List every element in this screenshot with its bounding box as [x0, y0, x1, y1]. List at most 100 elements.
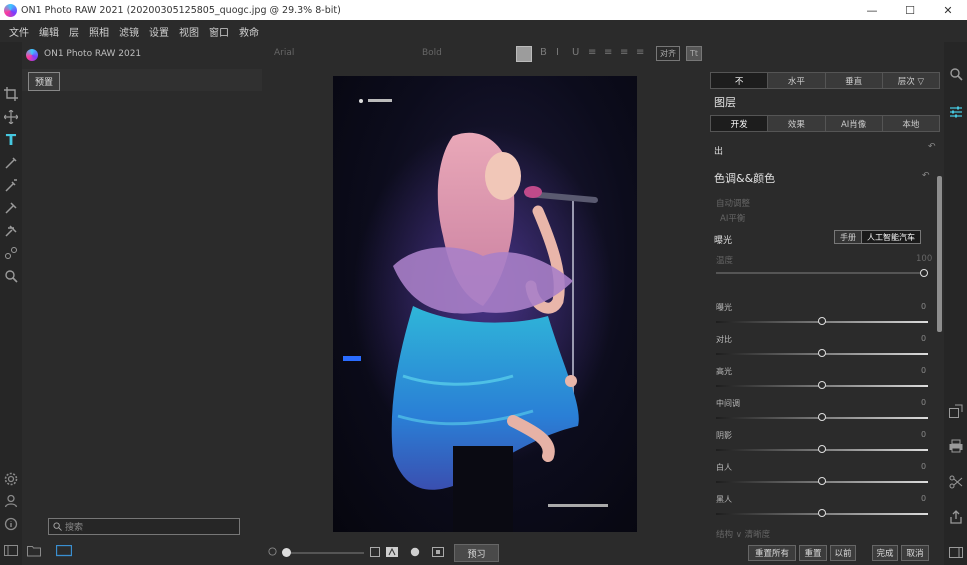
- resize-icon[interactable]: [948, 403, 963, 418]
- canvas-area[interactable]: [262, 66, 708, 542]
- crop-icon[interactable]: [3, 86, 19, 102]
- user-icon[interactable]: [4, 494, 18, 511]
- menu-edit[interactable]: 编辑: [34, 24, 64, 39]
- cancel-button[interactable]: 取消: [901, 545, 929, 561]
- blacks-value[interactable]: 0: [921, 494, 926, 503]
- preview-button[interactable]: 预习: [454, 544, 499, 562]
- tab-effects[interactable]: 效果: [768, 116, 826, 131]
- align-center-icon[interactable]: ≡: [604, 47, 612, 58]
- browse-icon[interactable]: [948, 66, 963, 81]
- reset-all-button[interactable]: 重置所有: [748, 545, 796, 561]
- masking-bug-icon[interactable]: [3, 223, 19, 239]
- tab-presets[interactable]: 预置: [28, 72, 61, 91]
- blacks-slider-knob[interactable]: [818, 509, 826, 517]
- justify-icon[interactable]: ≡: [636, 47, 644, 58]
- panel-scrollbar[interactable]: [937, 176, 942, 332]
- contrast-label: 对比: [716, 335, 732, 344]
- highlights-slider-knob[interactable]: [818, 381, 826, 389]
- menu-photo[interactable]: 照相: [84, 24, 114, 39]
- contrast-slider-knob[interactable]: [818, 349, 826, 357]
- minimize-button[interactable]: —: [853, 0, 891, 20]
- edit-sliders-icon[interactable]: [948, 104, 963, 119]
- folder-icon[interactable]: [27, 545, 41, 560]
- retouch-brush-icon[interactable]: [3, 155, 19, 171]
- text-color-swatch[interactable]: [516, 46, 532, 62]
- maximize-button[interactable]: ☐: [891, 0, 929, 20]
- circle-view-icon[interactable]: [410, 547, 420, 560]
- compare-icon[interactable]: [432, 547, 444, 560]
- close-button[interactable]: ✕: [929, 0, 967, 20]
- search-input[interactable]: 搜索: [48, 518, 240, 535]
- mask-view-icon[interactable]: [386, 547, 398, 560]
- panel-left-icon[interactable]: [4, 545, 18, 560]
- section-reset-icon[interactable]: ↶: [922, 171, 930, 181]
- share-icon[interactable]: [948, 509, 963, 524]
- underline-icon[interactable]: U: [572, 47, 579, 58]
- manual-mode-button[interactable]: 手册: [835, 231, 861, 243]
- shadows-value[interactable]: 0: [921, 430, 926, 439]
- temperature-slider-knob[interactable]: [920, 269, 928, 277]
- menu-window[interactable]: 窗口: [204, 24, 234, 39]
- tab-develop[interactable]: 开发: [711, 116, 769, 131]
- menu-view[interactable]: 视图: [174, 24, 204, 39]
- tab-ai-portrait[interactable]: AI肖像: [825, 116, 883, 131]
- presets-bar: 预置: [22, 69, 262, 91]
- export-label[interactable]: 出: [714, 144, 723, 157]
- photo[interactable]: [333, 76, 637, 532]
- exposure-value[interactable]: 0: [921, 302, 926, 311]
- menu-filter[interactable]: 滤镜: [114, 24, 144, 39]
- text-case-box[interactable]: Tt: [686, 46, 703, 61]
- layers-title: 图层: [714, 96, 736, 109]
- menu-layer[interactable]: 层: [64, 24, 84, 39]
- reset-button[interactable]: 重置: [799, 545, 827, 561]
- section-tone-color-title[interactable]: 色调&&颜色: [714, 170, 775, 186]
- highlights-value[interactable]: 0: [921, 366, 926, 375]
- panel-right-icon[interactable]: [948, 545, 963, 560]
- square-view-icon[interactable]: [370, 547, 380, 560]
- temperature-label: 温度: [716, 256, 734, 266]
- menu-file[interactable]: 文件: [4, 24, 34, 39]
- align-left-icon[interactable]: ≡: [588, 47, 596, 58]
- tab-view-vertical[interactable]: 垂直: [825, 73, 883, 88]
- menu-settings[interactable]: 设置: [144, 24, 174, 39]
- tab-view-horizontal[interactable]: 水平: [768, 73, 826, 88]
- font-style-select[interactable]: Bold: [422, 48, 442, 58]
- scissors-icon[interactable]: [948, 474, 963, 489]
- tab-local[interactable]: 本地: [882, 116, 939, 131]
- temperature-slider[interactable]: [716, 272, 928, 274]
- info-icon[interactable]: [4, 517, 18, 534]
- font-family-select[interactable]: Arial: [274, 48, 294, 58]
- zoom-tool-icon[interactable]: [3, 268, 19, 284]
- ai-auto-mode-button[interactable]: 人工智能汽车: [861, 231, 920, 243]
- before-button[interactable]: 以前: [830, 545, 856, 561]
- midtones-value[interactable]: 0: [921, 398, 926, 407]
- module-name: ON1 Photo RAW 2021: [44, 49, 142, 59]
- zoom-slider[interactable]: [284, 552, 364, 554]
- print-icon[interactable]: [948, 438, 963, 453]
- title-bar: ON1 Photo RAW 2021 (20200305125805_quogc…: [0, 0, 967, 20]
- menu-help[interactable]: 救命: [234, 24, 264, 39]
- midtones-slider-knob[interactable]: [818, 413, 826, 421]
- align-box[interactable]: 对齐: [656, 46, 680, 61]
- gear-icon[interactable]: [4, 472, 18, 489]
- whites-value[interactable]: 0: [921, 462, 926, 471]
- align-right-icon[interactable]: ≡: [620, 47, 628, 58]
- italic-icon[interactable]: I: [556, 47, 559, 58]
- shadows-slider-knob[interactable]: [818, 445, 826, 453]
- filmstrip-icon[interactable]: [55, 544, 73, 560]
- whites-slider-knob[interactable]: [818, 477, 826, 485]
- text-tool-icon[interactable]: T: [3, 131, 19, 149]
- zoom-slider-knob[interactable]: [282, 548, 291, 557]
- contrast-value[interactable]: 0: [921, 334, 926, 343]
- bold-icon[interactable]: B: [540, 47, 547, 58]
- masking-brush-icon[interactable]: [3, 200, 19, 216]
- tab-view-layers[interactable]: 层次 ▽: [882, 73, 939, 88]
- perfect-eraser-icon[interactable]: [3, 178, 19, 194]
- exposure-slider-knob[interactable]: [818, 317, 826, 325]
- tab-view-none[interactable]: 不: [711, 73, 769, 88]
- undo-icon[interactable]: ↶: [928, 142, 936, 152]
- move-icon[interactable]: [3, 109, 19, 125]
- refine-brush-icon[interactable]: [3, 245, 19, 261]
- done-button[interactable]: 完成: [872, 545, 898, 561]
- zoom-out-icon[interactable]: [268, 547, 277, 559]
